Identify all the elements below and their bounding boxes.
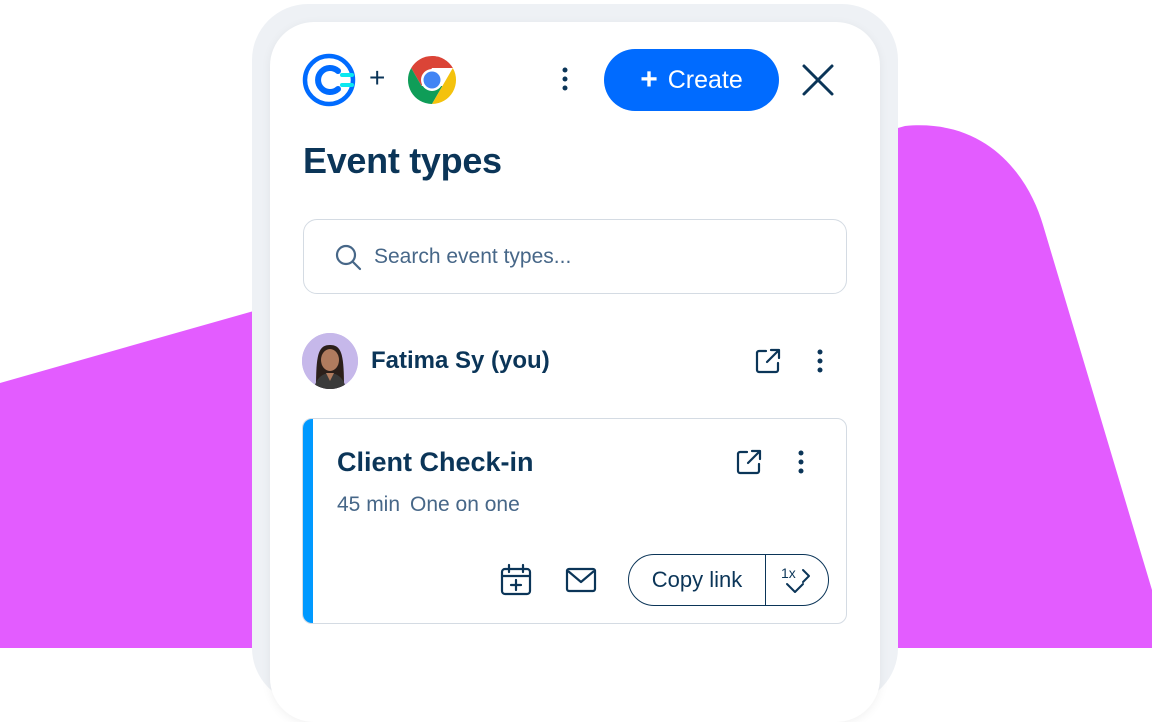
page-title: Event types — [303, 140, 502, 181]
search-icon — [335, 244, 362, 270]
email-icon[interactable] — [565, 565, 597, 595]
plus-connector: + — [369, 62, 386, 93]
event-title: Client Check-in — [337, 447, 534, 477]
user-more-options-icon[interactable] — [811, 346, 829, 376]
plus-icon: + — [640, 63, 658, 96]
single-use-link-button[interactable]: 1x — [766, 555, 828, 605]
add-to-calendar-icon[interactable] — [499, 563, 533, 597]
event-duration: 45 min — [337, 493, 401, 516]
panel-header: + + Create — [302, 49, 842, 111]
copy-link-button[interactable]: Copy link — [629, 555, 766, 605]
chrome-icon — [407, 55, 457, 105]
close-icon[interactable] — [800, 62, 836, 98]
event-color-bar — [303, 419, 313, 623]
event-meta: 45 min One on one — [337, 493, 520, 517]
event-type-card[interactable]: Client Check-in 45 min One on one Copy li… — [302, 418, 847, 624]
more-options-icon[interactable] — [556, 64, 574, 94]
avatar — [302, 333, 358, 389]
user-name: Fatima Sy (you) — [371, 347, 550, 374]
single-use-link-icon: 1x — [781, 565, 810, 593]
event-external-link-icon[interactable] — [735, 448, 763, 476]
create-button[interactable]: + Create — [604, 49, 779, 111]
single-use-label: 1x — [781, 565, 796, 581]
event-kind: One on one — [410, 493, 520, 516]
user-row: Fatima Sy (you) — [302, 333, 842, 391]
external-link-icon[interactable] — [754, 347, 782, 375]
copy-link-group: Copy link 1x — [628, 554, 829, 606]
calendly-logo-icon — [302, 53, 356, 107]
search-input[interactable] — [372, 243, 796, 270]
event-more-options-icon[interactable] — [792, 447, 810, 477]
create-button-label: Create — [667, 65, 743, 94]
search-box[interactable] — [303, 219, 847, 294]
